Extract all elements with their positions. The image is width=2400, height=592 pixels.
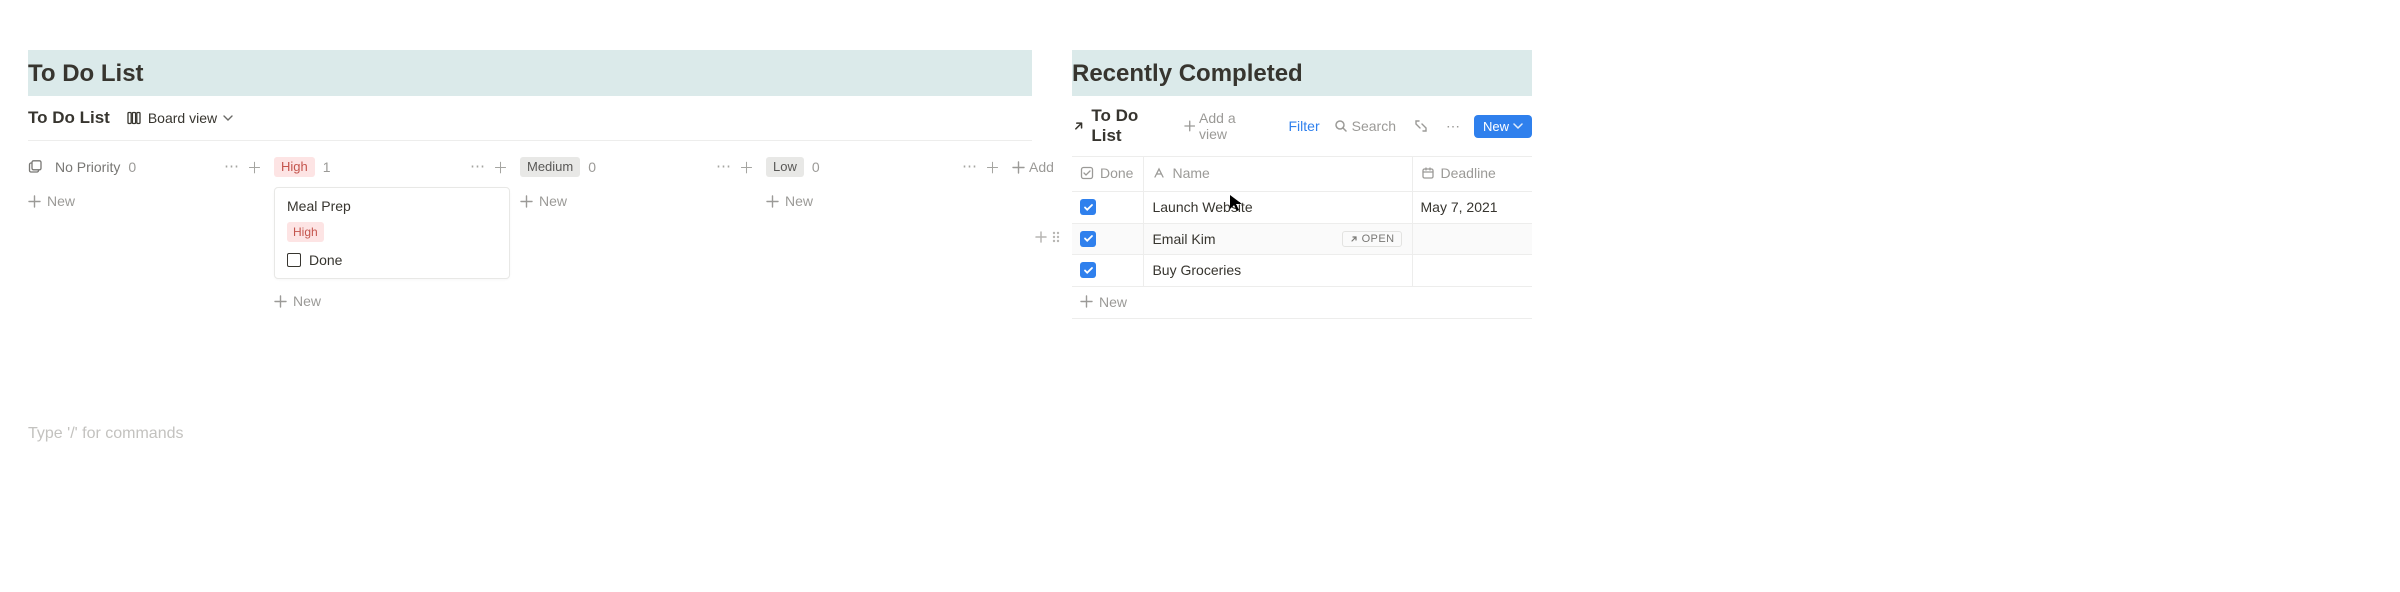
- column-label-low[interactable]: Low: [766, 157, 804, 177]
- new-card-low[interactable]: New: [766, 187, 813, 215]
- chevron-down-icon: [1513, 121, 1523, 131]
- board-column-medium: Medium 0 ⋯ ＋ New: [520, 155, 756, 315]
- command-hint[interactable]: Type '/' for commands: [28, 425, 1032, 443]
- plus-icon: [1080, 295, 1093, 308]
- plus-icon: [1034, 230, 1048, 244]
- empty-tag-icon: [28, 160, 43, 175]
- cell-name[interactable]: Buy Groceries: [1144, 255, 1412, 287]
- board: No Priority 0 ⋯ ＋ New High: [28, 141, 1032, 315]
- card-tag-high: High: [287, 222, 324, 242]
- done-checkbox[interactable]: [1080, 262, 1096, 278]
- cell-deadline[interactable]: May 7, 2021: [1412, 192, 1532, 224]
- column-add-high[interactable]: ＋: [491, 157, 510, 178]
- chevron-down-icon: [223, 113, 233, 123]
- new-card-no-priority[interactable]: New: [28, 187, 75, 215]
- table-new-row[interactable]: New: [1072, 286, 1532, 319]
- board-view-label: Board view: [148, 110, 217, 126]
- board-icon: [126, 110, 142, 126]
- add-column-button[interactable]: Add: [1012, 159, 1054, 175]
- recently-completed-table: Done Name Deadline: [1072, 157, 1532, 319]
- table-row[interactable]: Email Kim OPEN: [1072, 223, 1532, 255]
- linked-db-header: To Do List Add a view Filter Search ⋯ Ne…: [1072, 96, 1532, 157]
- plus-icon: [1184, 120, 1195, 132]
- new-row-button[interactable]: New: [1474, 115, 1532, 138]
- column-count-low: 0: [812, 159, 820, 175]
- plus-icon: [766, 195, 779, 208]
- arrow-upper-right-icon: [1072, 119, 1085, 133]
- done-checkbox[interactable]: [1080, 199, 1096, 215]
- board-title: To Do List: [28, 108, 110, 128]
- card-title: Meal Prep: [287, 198, 497, 214]
- board-subheader: To Do List Board view: [28, 96, 1032, 141]
- right-banner-title: Recently Completed: [1072, 60, 1522, 88]
- plus-icon: [28, 195, 41, 208]
- expand-button[interactable]: [1410, 117, 1432, 135]
- plus-icon: [1012, 161, 1025, 174]
- column-add-no-priority[interactable]: ＋: [245, 157, 264, 178]
- drag-handle-icon: [1051, 230, 1061, 244]
- column-menu-no-priority[interactable]: ⋯: [222, 157, 241, 178]
- left-banner-title: To Do List: [28, 60, 1022, 88]
- th-deadline[interactable]: Deadline: [1421, 165, 1496, 181]
- checkbox-icon[interactable]: [287, 253, 301, 267]
- linked-db-title[interactable]: To Do List: [1072, 106, 1170, 146]
- column-label-no-priority[interactable]: No Priority: [28, 159, 120, 175]
- column-menu-medium[interactable]: ⋯: [714, 157, 733, 178]
- title-column-icon: [1152, 166, 1166, 180]
- card-done-label: Done: [309, 252, 342, 268]
- column-menu-low[interactable]: ⋯: [960, 157, 979, 178]
- new-card-high[interactable]: New: [274, 287, 321, 315]
- left-banner: To Do List: [28, 50, 1032, 96]
- column-count-medium: 0: [588, 159, 596, 175]
- row-drag-handle[interactable]: [1051, 230, 1061, 247]
- column-count-no-priority: 0: [128, 159, 136, 175]
- open-icon: [1349, 234, 1359, 244]
- add-view-button[interactable]: Add a view: [1180, 108, 1269, 144]
- plus-icon: [520, 195, 533, 208]
- column-add-low[interactable]: ＋: [983, 157, 1002, 178]
- filter-button[interactable]: Filter: [1289, 118, 1320, 134]
- plus-icon: [274, 295, 287, 308]
- th-done[interactable]: Done: [1080, 165, 1133, 181]
- open-page-button[interactable]: OPEN: [1342, 231, 1402, 247]
- search-icon: [1334, 119, 1348, 133]
- cell-name[interactable]: Launch Website: [1144, 192, 1412, 224]
- right-banner: Recently Completed: [1072, 50, 1532, 96]
- card-done-row[interactable]: Done: [287, 252, 497, 268]
- board-view-button[interactable]: Board view: [120, 106, 239, 130]
- date-column-icon: [1421, 166, 1435, 180]
- table-row[interactable]: Buy Groceries: [1072, 255, 1532, 287]
- new-card-medium[interactable]: New: [520, 187, 567, 215]
- th-name[interactable]: Name: [1152, 165, 1209, 181]
- search-button[interactable]: Search: [1330, 116, 1400, 136]
- column-label-medium[interactable]: Medium: [520, 157, 580, 177]
- expand-icon: [1414, 119, 1428, 133]
- cell-deadline[interactable]: [1412, 223, 1532, 255]
- done-checkbox[interactable]: [1080, 231, 1096, 247]
- board-column-high: High 1 ⋯ ＋ Meal Prep High Done: [274, 155, 510, 315]
- column-count-high: 1: [323, 159, 331, 175]
- column-menu-high[interactable]: ⋯: [468, 157, 487, 178]
- board-column-low: Low 0 ⋯ ＋ New: [766, 155, 1002, 315]
- cell-name[interactable]: Email Kim OPEN: [1144, 223, 1412, 255]
- row-add-button[interactable]: [1034, 230, 1048, 247]
- column-add-medium[interactable]: ＋: [737, 157, 756, 178]
- column-label-high[interactable]: High: [274, 157, 315, 177]
- more-button[interactable]: ⋯: [1442, 116, 1464, 137]
- table-row[interactable]: Launch Website May 7, 2021: [1072, 192, 1532, 224]
- board-column-no-priority: No Priority 0 ⋯ ＋ New: [28, 155, 264, 315]
- cell-deadline[interactable]: [1412, 255, 1532, 287]
- card-meal-prep[interactable]: Meal Prep High Done: [274, 187, 510, 279]
- checkbox-column-icon: [1080, 166, 1094, 180]
